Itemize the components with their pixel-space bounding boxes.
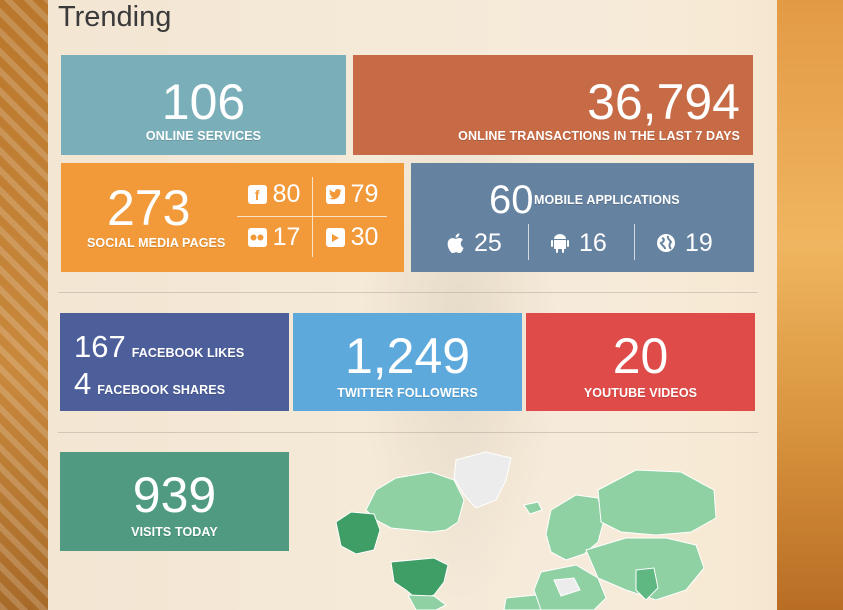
decorative-pattern-strip <box>0 0 48 610</box>
youtube-videos-count: 20 <box>612 328 669 384</box>
facebook-shares-count: 4 <box>74 366 92 401</box>
visitors-world-map[interactable] <box>336 450 721 610</box>
ios-apps-count: 25 <box>474 228 502 257</box>
youtube-icon <box>325 228 345 247</box>
facebook-pages[interactable]: f 80 <box>235 173 313 216</box>
facebook-likes-count: 167 <box>74 329 126 364</box>
transactions-count: 36,794 <box>587 74 740 130</box>
social-media-count: 273 <box>107 180 191 236</box>
facebook-shares-label: FACEBOOK SHARES <box>97 383 226 397</box>
twitter-followers-tile[interactable]: 1,249 TWITTER FOLLOWERS <box>293 313 522 411</box>
android-apps[interactable]: 16 <box>550 223 607 263</box>
facebook-stats-tile[interactable]: 167 FACEBOOK LIKES 4 FACEBOOK SHARES <box>60 313 289 411</box>
map-region-russia[interactable] <box>597 469 717 536</box>
web-apps[interactable]: 19 <box>656 223 713 263</box>
map-region-iceland[interactable] <box>523 501 543 515</box>
android-apps-count: 16 <box>579 228 607 257</box>
visits-today-tile[interactable]: 939 VISITS TODAY <box>60 452 289 551</box>
social-media-label: SOCIAL MEDIA PAGES <box>87 236 226 250</box>
youtube-videos-tile[interactable]: 20 YOUTUBE VIDEOS <box>526 313 755 411</box>
facebook-likes-label: FACEBOOK LIKES <box>131 346 245 360</box>
ios-apps[interactable]: 25 <box>445 223 502 263</box>
youtube-pages[interactable]: 30 <box>313 216 391 259</box>
visits-today-count: 939 <box>132 467 217 523</box>
youtube-videos-label: YOUTUBE VIDEOS <box>583 386 698 400</box>
social-media-tile[interactable]: 273 SOCIAL MEDIA PAGES f 80 79 17 30 <box>61 163 404 272</box>
facebook-likes-row: 167 FACEBOOK LIKES <box>74 329 244 365</box>
map-region-mexico[interactable] <box>407 594 447 610</box>
transactions-label: ONLINE TRANSACTIONS IN THE LAST 7 DAYS <box>458 129 740 143</box>
twitter-icon <box>325 185 345 204</box>
divider <box>528 224 529 260</box>
page-title: Trending <box>58 1 172 33</box>
background-sunset <box>777 0 843 610</box>
mobile-apps-label: MOBILE APPLICATIONS <box>534 193 680 207</box>
facebook-pages-count: 80 <box>272 180 301 208</box>
map-region-canada[interactable] <box>365 471 465 533</box>
online-services-label: ONLINE SERVICES <box>145 129 262 143</box>
map-region-usa[interactable] <box>390 557 449 601</box>
map-region-alaska[interactable] <box>336 511 381 555</box>
facebook-shares-row: 4 FACEBOOK SHARES <box>74 366 225 402</box>
online-services-count: 106 <box>161 74 246 130</box>
android-icon <box>550 233 570 253</box>
flickr-pages[interactable]: 17 <box>235 216 313 259</box>
mobile-apps-count: 60 <box>489 178 534 222</box>
twitter-pages-count: 79 <box>350 180 379 208</box>
facebook-icon: f <box>247 185 267 204</box>
flickr-pages-count: 17 <box>272 223 301 251</box>
twitter-followers-count: 1,249 <box>344 328 471 384</box>
twitter-followers-label: TWITTER FOLLOWERS <box>337 386 478 400</box>
online-services-tile[interactable]: 106 ONLINE SERVICES <box>61 55 346 155</box>
social-breakdown: f 80 79 17 30 <box>235 173 391 259</box>
globe-icon <box>656 233 676 253</box>
divider <box>58 292 758 293</box>
visits-today-label: VISITS TODAY <box>131 525 218 539</box>
twitter-pages[interactable]: 79 <box>313 173 391 216</box>
divider <box>634 224 635 260</box>
mobile-apps-tile[interactable]: 60 MOBILE APPLICATIONS 25 16 19 <box>411 163 754 272</box>
transactions-tile[interactable]: 36,794 ONLINE TRANSACTIONS IN THE LAST 7… <box>353 55 753 155</box>
youtube-pages-count: 30 <box>350 223 379 251</box>
web-apps-count: 19 <box>685 228 713 257</box>
apple-icon <box>445 233 465 253</box>
flickr-icon <box>247 228 267 247</box>
divider <box>58 432 758 433</box>
